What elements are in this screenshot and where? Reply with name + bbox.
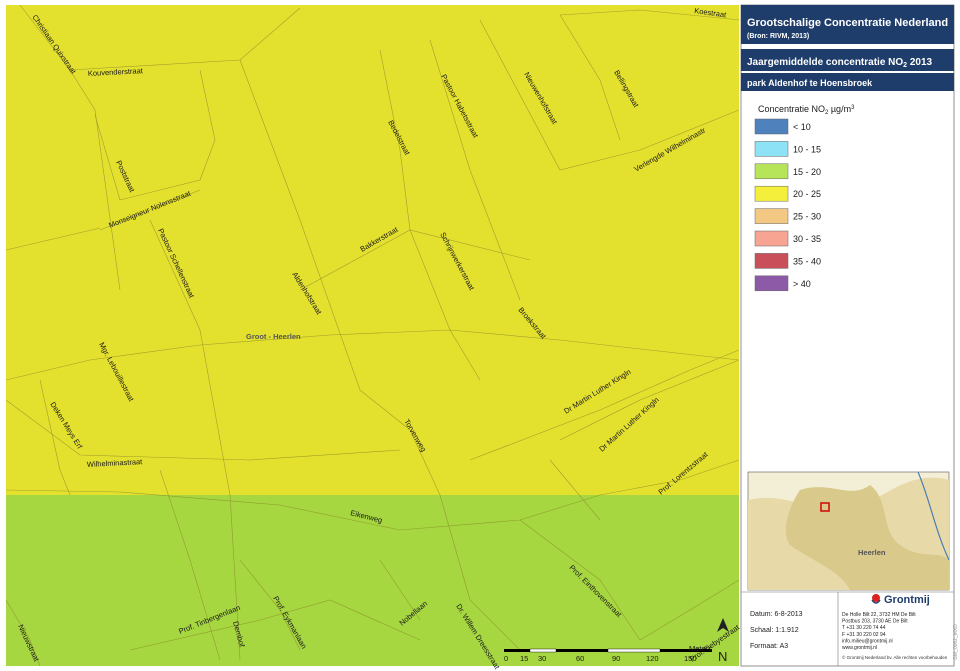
inset-map: Heerlen [747, 471, 950, 591]
scale-tick: 0 [504, 654, 508, 663]
legend-swatch [754, 141, 789, 157]
legend-swatch [754, 208, 789, 224]
legend-swatch [754, 253, 789, 269]
scale-tick: 60 [576, 654, 584, 663]
panel-subtitle: (Bron: RIVM, 2013) [747, 33, 809, 40]
scale-tick: 120 [646, 654, 659, 663]
address-line: T +31 30 220 74 44 [842, 625, 886, 631]
datum-text: Datum: 6-8-2013 [750, 611, 803, 618]
legend-label: 10 - 15 [793, 144, 821, 154]
address-line: Postbus 203, 3730 AE De Bilt [842, 619, 908, 625]
legend-swatch [754, 118, 789, 135]
scale-unit: Meters [689, 644, 712, 653]
scale-tick: 150 [684, 654, 697, 663]
place-label: Groot - Heerlen [246, 332, 301, 341]
panel-title: Grootschalige Concentratie Nederland [747, 17, 948, 29]
address-line: info.milieu@grontmij.nl [842, 638, 893, 644]
legend-swatch [754, 185, 789, 202]
legend-swatch [754, 275, 789, 292]
legend-label: 20 - 25 [793, 189, 821, 199]
inset-place-label: Heerlen [858, 548, 886, 557]
formaat-text: Formaat: A3 [750, 643, 788, 650]
legend-label: 30 - 35 [793, 234, 821, 244]
legend-label: < 10 [793, 122, 811, 132]
legend-label: 15 - 20 [793, 167, 821, 177]
address-line: De Holle Bilt 22, 3732 HM De Bilt [842, 612, 916, 618]
map-canvas[interactable]: Christiaan Quixstraat Kouvenderstraat Ko… [0, 0, 960, 671]
side-panel: Grootschalige Concentratie Nederland (Br… [740, 4, 959, 667]
address-line: F +31 30 220 02 94 [842, 632, 886, 638]
side-code: GM_0062_MXD [953, 624, 959, 660]
legend-label: > 40 [793, 279, 811, 289]
legend-swatch [754, 163, 789, 180]
location-title: park Aldenhof te Hoensbroek [747, 78, 873, 88]
scale-tick: 15 [520, 654, 528, 663]
scale-tick: 30 [538, 654, 546, 663]
legend-label: 35 - 40 [793, 256, 821, 266]
schaal-text: Schaal: 1:1.912 [750, 627, 799, 634]
scale-tick: 90 [612, 654, 620, 663]
address-line: www.grontmij.nl [842, 645, 877, 651]
copyright-text: © Grontmij Nederland bv. Alle rechten vo… [842, 654, 948, 660]
legend-swatch [754, 230, 789, 247]
legend-label: 25 - 30 [793, 212, 821, 222]
svg-text:Grontmij: Grontmij [884, 594, 930, 606]
svg-text:N: N [718, 649, 727, 664]
